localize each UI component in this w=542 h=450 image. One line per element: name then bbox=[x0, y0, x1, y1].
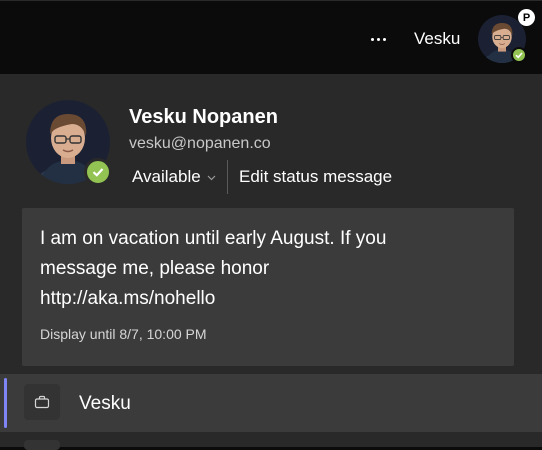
status-message-card[interactable]: I am on vacation until early August. If … bbox=[22, 208, 514, 366]
top-bar: Vesku P bbox=[0, 0, 542, 74]
display-until-text: Display until 8/7, 10:00 PM bbox=[40, 326, 207, 342]
status-message-link[interactable]: http://aka.ms/nohello bbox=[40, 284, 460, 314]
header-user-name: Vesku bbox=[414, 29, 461, 48]
more-horizontal-icon bbox=[370, 37, 374, 41]
account-item-vesku[interactable]: Vesku bbox=[0, 374, 542, 432]
status-message-line: I am on vacation until early August. If … bbox=[40, 228, 387, 249]
profile-display-name: Vesku Nopanen bbox=[129, 106, 278, 128]
profile-panel: Vesku Nopanen vesku@nopanen.co Available… bbox=[0, 74, 542, 450]
chevron-down-icon bbox=[207, 173, 216, 183]
header-avatar-button[interactable]: P bbox=[478, 9, 535, 63]
profile-email: vesku@nopanen.co bbox=[129, 135, 271, 152]
account-badge: P bbox=[518, 9, 535, 26]
account-name: Vesku bbox=[79, 393, 131, 414]
edit-status-message-button[interactable]: Edit status message bbox=[233, 162, 398, 192]
status-label: Available bbox=[132, 167, 201, 186]
divider bbox=[227, 160, 228, 194]
status-message-line: message me, please honor bbox=[40, 258, 270, 279]
check-icon bbox=[515, 52, 523, 59]
status-dropdown[interactable]: Available bbox=[126, 162, 222, 192]
selected-indicator bbox=[4, 378, 7, 428]
status-available-icon bbox=[84, 158, 112, 186]
briefcase-icon bbox=[24, 384, 60, 420]
more-options-button[interactable] bbox=[362, 27, 394, 51]
check-icon bbox=[92, 168, 104, 177]
org-icon-partial bbox=[24, 440, 60, 450]
account-item-partial[interactable] bbox=[0, 432, 542, 450]
status-available-icon bbox=[511, 47, 527, 63]
profile-avatar[interactable] bbox=[26, 100, 112, 186]
status-message-text: I am on vacation until early August. If … bbox=[40, 224, 460, 314]
